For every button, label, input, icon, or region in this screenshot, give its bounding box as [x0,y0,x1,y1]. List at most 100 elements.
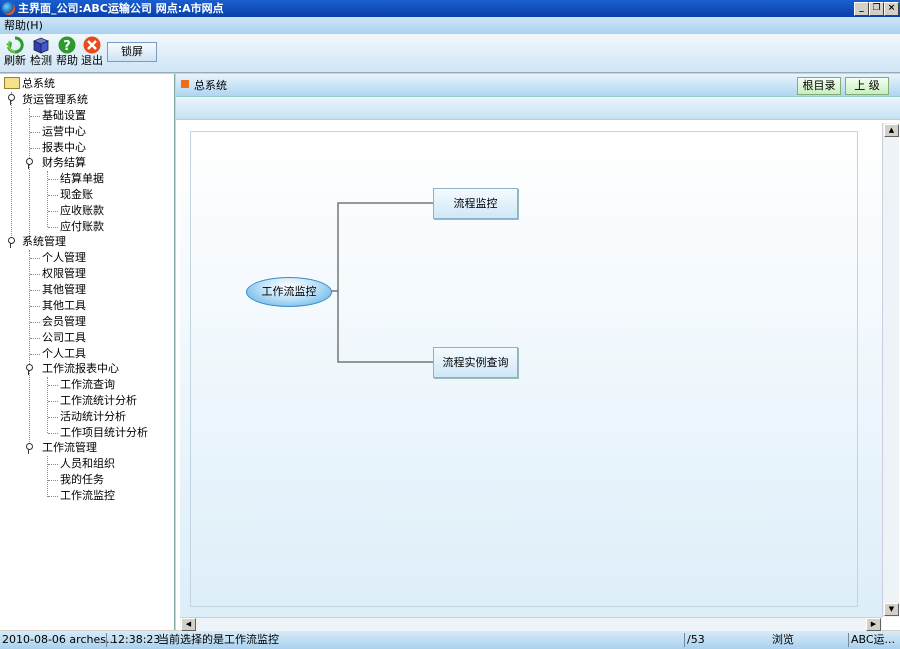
window-title: 主界面_公司:ABC运输公司 网点:A市网点 [18,2,224,15]
exit-button[interactable]: 退出 [80,36,104,68]
horizontal-scrollbar[interactable]: ◀ ▶ [180,617,882,631]
up-level-button[interactable]: 上 级 [845,77,889,95]
help-label: 帮助 [56,54,78,67]
tree-item-other-mgmt[interactable]: 其他管理 [42,282,86,298]
exit-icon [83,36,101,54]
status-page: /53 [687,633,705,646]
tree-item-member-mgmt[interactable]: 会员管理 [42,314,86,330]
close-button[interactable]: × [884,2,899,16]
refresh-button[interactable]: 刷新 [3,36,27,68]
tree-item-other-tools[interactable]: 其他工具 [42,298,86,314]
tree-item-payable[interactable]: 应付账款 [60,219,104,235]
tree-line [30,258,40,259]
tree-item-wf-stats[interactable]: 工作流统计分析 [60,393,137,409]
tree-line [11,92,12,242]
scroll-up-icon[interactable]: ▲ [884,124,899,137]
workflow-connectors [330,198,442,367]
toolbar: 刷新 检测 ? 帮助 退出 锁屏 [0,34,900,73]
check-button[interactable]: 检测 [29,36,53,68]
status-bar: 2010-08-06 arches... 12:38:23 当前选择的是工作流监… [0,631,900,649]
status-separator [106,633,107,647]
main-title: 总系统 [194,79,227,92]
help-icon: ? [58,36,76,54]
tree-line [48,211,58,212]
tree-item-ops-center[interactable]: 运营中心 [42,124,86,140]
exit-label: 退出 [81,54,103,67]
help-button[interactable]: ? 帮助 [55,36,79,68]
lock-screen-button[interactable]: 锁屏 [107,42,157,62]
pin-icon [7,237,15,248]
tree-item-system-mgmt[interactable]: 系统管理 [22,234,66,250]
connector-top [330,202,433,292]
refresh-label: 刷新 [4,54,26,67]
cube-icon [32,37,50,54]
tree-item-permission-mgmt[interactable]: 权限管理 [42,266,86,282]
tree-line [48,179,58,180]
tree-line [30,338,40,339]
vertical-scrollbar[interactable]: ▲ ▼ [882,123,899,617]
app-icon [2,2,15,15]
restore-button[interactable]: ❐ [869,2,884,16]
tree-item-basic-settings[interactable]: 基础设置 [42,108,86,124]
status-separator [684,633,685,647]
tree-line [47,456,48,497]
tree-line [30,354,40,355]
status-message: 当前选择的是工作流监控 [158,633,279,646]
tree-line [48,496,58,497]
tree-item-finance[interactable]: 财务结算 [42,155,86,171]
panel-marker-icon [181,80,189,88]
tree-item-personal-mgmt[interactable]: 个人管理 [42,250,86,266]
tree-item-cash-account[interactable]: 现金账 [60,187,93,203]
tree-item-wf-report-center[interactable]: 工作流报表中心 [42,361,119,377]
menu-help[interactable]: 帮助(H) [4,17,43,34]
scroll-right-icon[interactable]: ▶ [866,618,881,631]
pin-icon [25,158,33,169]
pin-icon [25,364,33,375]
tree-line [29,108,30,244]
tree-item-freight[interactable]: 货运管理系统 [22,92,88,108]
tree-item-wf-monitor[interactable]: 工作流监控 [60,488,115,504]
connector-bottom [337,291,433,363]
tree-item-company-tools[interactable]: 公司工具 [42,330,86,346]
tree-line [30,290,40,291]
workflow-monitor-node[interactable]: 工作流监控 [246,277,332,307]
main-panel: 总系统 根目录 上 级 工作流监控 流程监控 流程实例查询 ▲ ▼ ◀ ▶ [176,74,900,631]
tree-item-work-item-stats[interactable]: 工作项目统计分析 [60,425,148,441]
tree-line [30,322,40,323]
main-header: 总系统 根目录 上 级 [176,74,900,97]
sub-toolbar [176,97,900,120]
scroll-down-icon[interactable]: ▼ [884,603,899,616]
tree-line [48,433,58,434]
status-datetime-user: 2010-08-06 arches... [2,633,117,646]
tree-line [30,132,40,133]
process-instance-query-node[interactable]: 流程实例查询 [433,347,518,378]
tree-item-report-center[interactable]: 报表中心 [42,140,86,156]
tree-line [48,227,58,228]
status-mode: 浏览 [772,633,794,646]
tree-line [30,148,40,149]
status-company: ABC运... [851,633,896,646]
pin-icon [25,443,33,454]
title-bar: 主界面_公司:ABC运输公司 网点:A市网点 _ ❐ × [0,0,900,17]
root-dir-button[interactable]: 根目录 [797,77,841,95]
status-time: 12:38:23 [111,633,161,646]
tree-line [48,417,58,418]
tree-line [48,385,58,386]
tree-item-personal-tools[interactable]: 个人工具 [42,346,86,362]
nav-tree: 总系统 货运管理系统 基础设置 运营中心 报表中心 财务结算 结算单据 现金账 … [0,74,175,630]
tree-item-receivable[interactable]: 应收账款 [60,203,104,219]
tree-item-staff-org[interactable]: 人员和组织 [60,456,115,472]
tree-item-activity-stats[interactable]: 活动统计分析 [60,409,126,425]
tree-item-wf-query[interactable]: 工作流查询 [60,377,115,393]
process-monitor-node[interactable]: 流程监控 [433,188,518,219]
tree-item-settle-docs[interactable]: 结算单据 [60,171,104,187]
tree-item-my-tasks[interactable]: 我的任务 [60,472,104,488]
scroll-left-icon[interactable]: ◀ [181,618,196,631]
workflow-canvas: 工作流监控 流程监控 流程实例查询 [180,123,882,617]
tree-line [30,306,40,307]
tree-root[interactable]: 总系统 [22,76,55,92]
tree-item-wf-mgmt[interactable]: 工作流管理 [42,440,97,456]
tree-line [48,195,58,196]
tree-line [48,480,58,481]
minimize-button[interactable]: _ [854,2,869,16]
